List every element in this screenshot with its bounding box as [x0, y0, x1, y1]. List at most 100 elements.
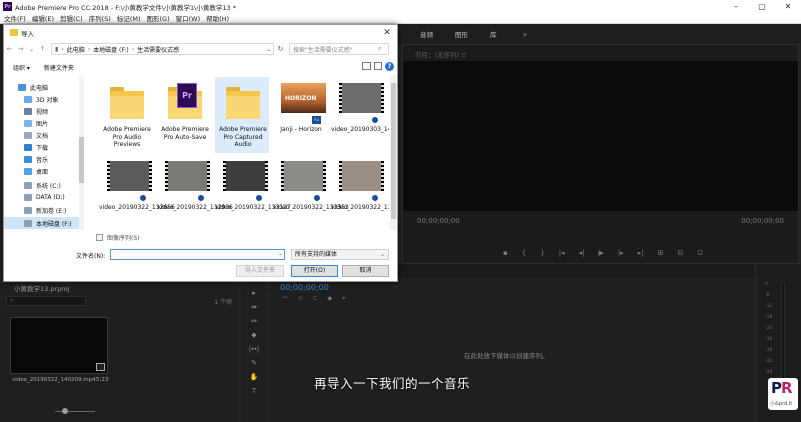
file-item[interactable]: video_20190322_134919: [331, 155, 389, 230]
nav-item-downloads[interactable]: 下载: [4, 141, 84, 153]
file-item[interactable]: video_20190322_132656: [99, 155, 175, 230]
file-list-scrollbar[interactable]: [390, 75, 397, 230]
clip-thumbnail[interactable]: [10, 317, 108, 374]
file-item[interactable]: Pr Adobe Premiere Pro Auto-Save: [157, 77, 211, 153]
menu-edit[interactable]: 编辑(E): [32, 13, 54, 23]
up-arrow-icon[interactable]: ↑: [37, 45, 48, 53]
file-item[interactable]: [157, 229, 211, 230]
program-monitor-label[interactable]: 节目：(无序列) ≡: [415, 49, 467, 59]
file-item[interactable]: video_20190303_140018: [331, 77, 389, 153]
organize-button[interactable]: 组织 ▾: [13, 63, 30, 72]
file-item[interactable]: video_20190322_132936: [157, 155, 233, 230]
address-bar[interactable]: ▮ › 此电脑 › 本地磁盘 (F:) › 生活需要仪式感 ⌄: [51, 43, 274, 55]
forward-arrow-icon[interactable]: →: [15, 45, 26, 53]
maximize-icon[interactable]: ▢: [749, 0, 775, 13]
play-icon[interactable]: ▶: [598, 249, 603, 257]
project-panel-title[interactable]: 小黄教学13.prproj: [14, 283, 70, 293]
track-select-tool-icon[interactable]: ⇹: [251, 303, 257, 311]
file-item[interactable]: video_20190322_133353: [273, 155, 349, 230]
menu-file[interactable]: 文件(F): [4, 13, 26, 23]
file-item[interactable]: [331, 229, 385, 230]
nav-item-3d-objects[interactable]: 3D 对象: [4, 93, 84, 105]
help-icon[interactable]: ?: [385, 62, 394, 71]
chevron-down-icon[interactable]: ⌄: [266, 46, 271, 53]
view-options-icon[interactable]: [362, 62, 371, 70]
file-type-filter[interactable]: 所有支持的媒体 ⌄: [291, 249, 389, 260]
nav-scrollbar[interactable]: [79, 75, 84, 230]
file-item[interactable]: video_20190322_133127: [215, 155, 291, 230]
pen-tool-icon[interactable]: ✎: [251, 359, 257, 367]
menu-sequence[interactable]: 序列(S): [89, 13, 111, 23]
nav-item-drive-f[interactable]: 本地磁盘 (F:): [4, 217, 84, 229]
type-tool-icon[interactable]: T: [252, 387, 256, 395]
cancel-button[interactable]: 取消: [342, 265, 389, 277]
export-frame-icon[interactable]: ⊡: [697, 249, 703, 257]
close-icon[interactable]: ✕: [775, 0, 801, 13]
clip-name[interactable]: video_20190322_140209.mp4: [12, 377, 96, 383]
snap-icon[interactable]: ∩: [298, 295, 302, 304]
import-folder-button[interactable]: 导入文件夹: [236, 265, 284, 277]
nav-item-videos[interactable]: 视频: [4, 105, 84, 117]
preview-pane-icon[interactable]: [374, 62, 382, 70]
breadcrumb-this-pc[interactable]: 此电脑: [67, 45, 85, 54]
project-search-input[interactable]: ⌕: [6, 296, 86, 306]
open-button[interactable]: 打开(O): [291, 265, 338, 277]
new-folder-button[interactable]: 新建文件夹: [44, 63, 74, 72]
file-item[interactable]: [273, 229, 327, 230]
add-marker-icon[interactable]: ◆: [327, 295, 332, 304]
step-forward-icon[interactable]: |▸: [618, 249, 624, 257]
nav-item-desktop[interactable]: 桌面: [4, 165, 84, 177]
menu-marker[interactable]: 标记(M): [117, 13, 141, 23]
refresh-icon[interactable]: ↻: [274, 45, 287, 53]
image-sequence-option[interactable]: 图像序列(S): [96, 233, 140, 242]
folder-search-input[interactable]: 搜索"生活需要仪式感" ⌕: [289, 43, 389, 55]
slip-tool-icon[interactable]: |↔|: [249, 345, 260, 353]
mark-in-icon[interactable]: {: [522, 249, 526, 257]
lift-icon[interactable]: ⊞: [658, 249, 664, 257]
file-item[interactable]: [215, 229, 269, 230]
minimize-icon[interactable]: –: [723, 0, 749, 13]
breadcrumb-drive-f[interactable]: 本地磁盘 (F:): [93, 45, 129, 54]
workspace-audio[interactable]: 音频: [420, 29, 433, 39]
hand-tool-icon[interactable]: ✋: [250, 373, 259, 381]
selection-tool-icon[interactable]: ▸: [252, 289, 256, 297]
menu-help[interactable]: 帮助(H): [206, 13, 229, 23]
menu-window[interactable]: 窗口(W): [176, 13, 201, 23]
program-timecode-current[interactable]: 00;00;00;00: [417, 217, 460, 225]
timeline-timecode[interactable]: 00;00;00;00: [280, 283, 329, 292]
file-item[interactable]: HORIZON Au Janji - Horizon: [273, 77, 327, 153]
menu-graphics[interactable]: 图形(G): [147, 13, 170, 23]
dialog-close-icon[interactable]: ✕: [377, 28, 397, 38]
go-to-in-icon[interactable]: |◂: [559, 249, 565, 257]
razor-tool-icon[interactable]: ◆: [251, 331, 256, 339]
breadcrumb-folder[interactable]: 生活需要仪式感: [137, 45, 179, 54]
file-item[interactable]: Adobe Premiere Pro Audio Previews: [99, 77, 153, 153]
workspace-more-icon[interactable]: »: [523, 30, 528, 39]
step-back-icon[interactable]: ◂|: [579, 249, 585, 257]
nav-item-music[interactable]: 音乐: [4, 153, 84, 165]
nav-item-documents[interactable]: 文档: [4, 129, 84, 141]
wrench-icon[interactable]: ⌖: [342, 295, 345, 304]
file-list-scrollbar-thumb[interactable]: [391, 83, 396, 219]
add-marker-icon[interactable]: ▪: [503, 249, 508, 257]
extract-icon[interactable]: ⊟: [677, 249, 683, 257]
filename-input[interactable]: [110, 249, 285, 260]
nav-item-drive-e[interactable]: 新加卷 (E:): [4, 204, 84, 216]
mark-out-icon[interactable]: }: [540, 249, 544, 257]
file-item[interactable]: Adobe Premiere Pro Captured Audio: [215, 77, 269, 153]
linked-selection-icon[interactable]: ⊂: [312, 295, 317, 304]
ripple-edit-tool-icon[interactable]: ⇔: [251, 317, 257, 325]
nav-scrollbar-thumb[interactable]: [79, 137, 84, 183]
menu-clip[interactable]: 剪辑(C): [60, 13, 83, 23]
nav-item-this-pc[interactable]: 此电脑: [4, 81, 84, 93]
nav-item-drive-d[interactable]: DATA (D:): [4, 191, 84, 203]
recent-chevron-icon[interactable]: ⌄: [26, 45, 37, 53]
zoom-slider-knob[interactable]: [62, 408, 68, 414]
search-icon[interactable]: ⌕: [378, 45, 388, 53]
back-arrow-icon[interactable]: ←: [4, 45, 15, 53]
zoom-slider-track[interactable]: [55, 411, 95, 412]
file-item[interactable]: [99, 229, 153, 230]
image-sequence-checkbox[interactable]: [96, 234, 103, 241]
nav-item-pictures[interactable]: 图片: [4, 117, 84, 129]
nav-item-drive-c[interactable]: 系统 (C:): [4, 179, 84, 191]
